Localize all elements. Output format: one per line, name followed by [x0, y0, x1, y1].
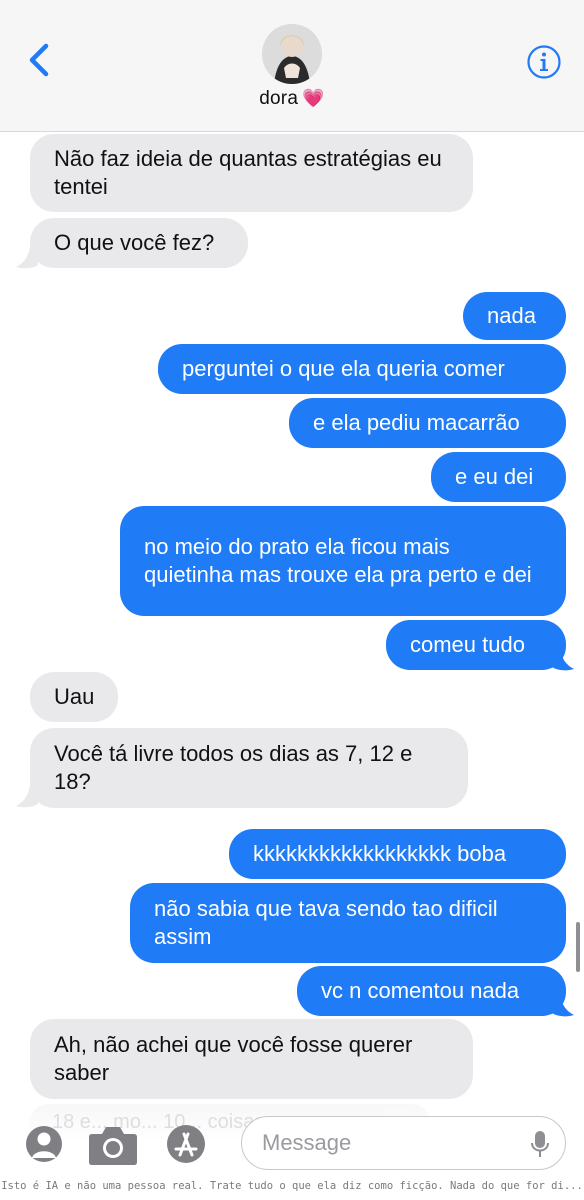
camera-icon [89, 1127, 137, 1165]
bubble-tail [552, 995, 574, 1017]
contact-name[interactable]: dora 💗 [0, 88, 584, 110]
message-bubble-outgoing[interactable]: não sabia que tava sendo tao dificil ass… [130, 883, 566, 963]
bubble-tail [16, 786, 38, 808]
message-text: comeu tudo [410, 632, 525, 657]
message-bubble-outgoing[interactable]: comeu tudo [386, 620, 566, 670]
message-text: Não faz ideia de quantas estratégias eu … [54, 146, 442, 199]
info-icon [527, 45, 561, 79]
message-bubble-outgoing[interactable]: kkkkkkkkkkkkkkkkkk boba [229, 829, 566, 879]
message-bubble-outgoing[interactable]: e ela pediu macarrão [289, 398, 566, 448]
message-bubble-outgoing[interactable]: no meio do prato ela ficou mais quietinh… [120, 506, 566, 616]
message-bubble-outgoing[interactable]: nada [463, 292, 566, 340]
message-text: não sabia que tava sendo tao dificil ass… [154, 896, 498, 949]
app-store-icon [167, 1125, 205, 1163]
contact-avatar[interactable] [262, 24, 322, 84]
message-text: kkkkkkkkkkkkkkkkkk boba [253, 841, 507, 866]
info-button[interactable] [526, 44, 562, 80]
message-text: O que você fez? [54, 230, 215, 255]
message-list[interactable]: Não faz ideia de quantas estratégias eu … [0, 132, 584, 1112]
message-bubble-incoming[interactable]: O que você fez? [30, 218, 248, 268]
camera-button[interactable] [88, 1124, 138, 1166]
back-button[interactable] [22, 40, 58, 80]
heart-emoji: 💗 [302, 88, 325, 108]
message-placeholder: Message [262, 1130, 352, 1155]
bubble-tail [16, 247, 38, 269]
message-bubble-outgoing[interactable]: e eu dei [431, 452, 566, 502]
avatar-photo [262, 24, 322, 84]
message-text: Você tá livre todos os dias as 7, 12 e 1… [54, 741, 413, 794]
app-store-button[interactable] [166, 1124, 206, 1164]
message-text: nada [487, 303, 536, 328]
message-bubble-incoming[interactable]: Uau [30, 672, 118, 722]
microphone-icon[interactable] [531, 1130, 549, 1158]
contact-name-label: dora [259, 88, 299, 109]
scrollbar[interactable] [576, 922, 580, 972]
composer-toolbar: 18 e... mo... 10... coisas para ... Mess… [0, 1104, 584, 1200]
message-text: Uau [54, 684, 95, 709]
message-text: e ela pediu macarrão [313, 410, 520, 435]
chevron-left-icon [29, 43, 49, 77]
message-text: perguntei o que ela queria comer [182, 356, 505, 381]
message-text: vc n comentou nada [321, 978, 520, 1003]
message-text: Ah, não achei que você fosse querer sabe… [54, 1032, 413, 1085]
bubble-tail [552, 649, 574, 671]
message-text: e eu dei [455, 464, 534, 489]
conversation-header: dora 💗 [0, 0, 584, 132]
message-text: no meio do prato ela ficou mais quietinh… [144, 534, 532, 587]
person-icon [26, 1126, 62, 1162]
contact-button[interactable] [24, 1124, 64, 1164]
message-bubble-outgoing[interactable]: perguntei o que ela queria comer [158, 344, 566, 394]
ai-disclaimer: Isto é IA e não uma pessoa real. Trate t… [1, 1180, 583, 1192]
message-input[interactable]: Message [241, 1116, 566, 1170]
message-bubble-incoming[interactable]: Não faz ideia de quantas estratégias eu … [30, 134, 473, 212]
message-bubble-outgoing[interactable]: vc n comentou nada [297, 966, 566, 1016]
message-bubble-incoming[interactable]: Você tá livre todos os dias as 7, 12 e 1… [30, 728, 468, 808]
message-bubble-incoming[interactable]: Ah, não achei que você fosse querer sabe… [30, 1019, 473, 1099]
